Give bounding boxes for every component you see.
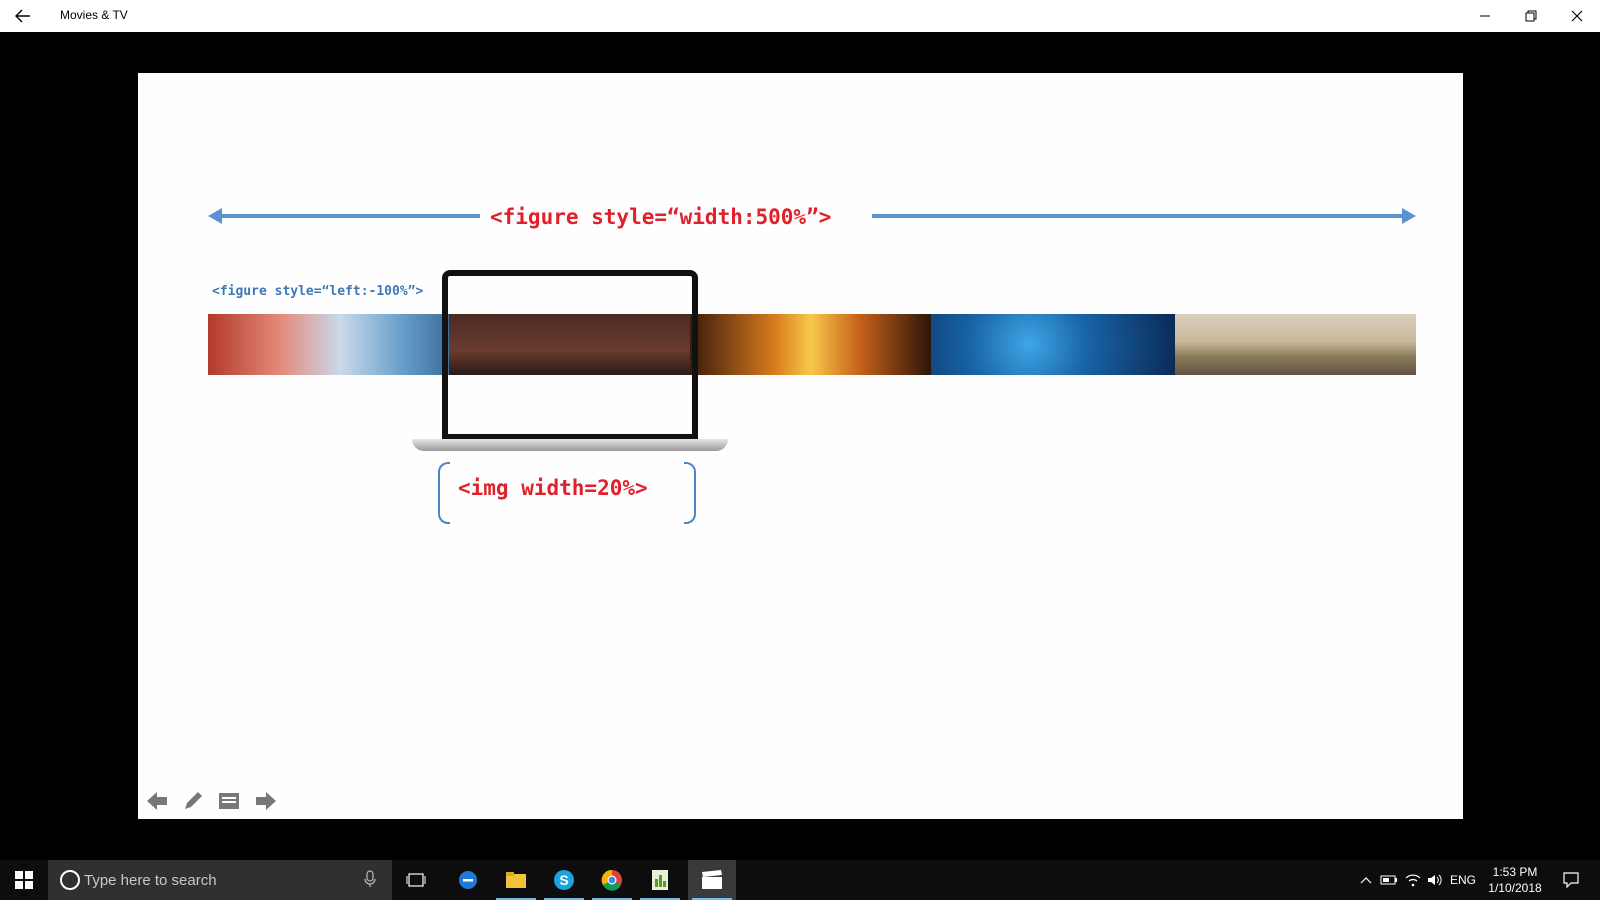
next-slide-button[interactable] [253, 788, 279, 814]
spreadsheet-icon [652, 870, 668, 890]
notes-button[interactable] [216, 788, 242, 814]
search-box[interactable]: Type here to search [48, 860, 392, 900]
notification-icon [1563, 872, 1579, 888]
language-indicator[interactable]: ENG [1448, 860, 1478, 900]
clapperboard-icon [702, 870, 722, 889]
arrow-left-icon [147, 792, 167, 810]
skype-app[interactable]: S [540, 860, 588, 900]
wifi-icon [1405, 874, 1421, 887]
width-arrow [208, 208, 1416, 224]
pen-button[interactable] [180, 788, 206, 814]
slider-image-network [208, 314, 449, 375]
clock-date: 1/10/2018 [1488, 881, 1542, 895]
battery-icon [1380, 875, 1397, 885]
pencil-icon [185, 792, 202, 809]
task-view-button[interactable] [392, 860, 440, 900]
right-bracket [684, 462, 696, 524]
file-explorer-app[interactable] [492, 860, 540, 900]
speaker-icon [1428, 874, 1442, 886]
left-bracket [438, 462, 450, 524]
arrow-right-icon [256, 792, 276, 810]
movies-tv-app[interactable] [688, 860, 736, 900]
img-width-label: <img width=20%> [458, 476, 648, 500]
figure-left-label: <figure style=“left:-100%”> [212, 284, 424, 299]
skype-icon: S [554, 870, 574, 890]
figure-width-label: <figure style=“width:500%”> [490, 205, 832, 229]
clock-time: 1:53 PM [1492, 865, 1538, 879]
battery-button[interactable] [1378, 860, 1400, 900]
clock[interactable]: 1:53 PM 1/10/2018 [1480, 864, 1550, 896]
slider-image-concert [690, 314, 931, 375]
start-button[interactable] [0, 860, 48, 900]
show-hidden-icons-button[interactable] [1356, 860, 1376, 900]
volume-button[interactable] [1424, 860, 1446, 900]
chevron-up-icon [1360, 877, 1372, 884]
task-view-icon [406, 873, 426, 887]
gnumeric-app[interactable] [636, 860, 684, 900]
taskbar: Type here to search S ENG 1:53 PM 1/10/2… [0, 860, 1600, 900]
folder-icon [506, 872, 526, 888]
chrome-icon [601, 869, 622, 891]
windows-logo-icon [15, 871, 33, 889]
chrome-app[interactable] [588, 860, 636, 900]
action-center-button[interactable] [1556, 860, 1586, 900]
slider-image-technology [931, 314, 1175, 375]
search-placeholder: Type here to search [84, 872, 217, 889]
svg-text:S: S [559, 872, 568, 888]
notes-icon [219, 793, 239, 809]
cortana-icon [60, 870, 80, 890]
laptop-frame [442, 270, 698, 440]
edge-icon [459, 871, 477, 889]
previous-slide-button[interactable] [144, 788, 170, 814]
microphone-icon[interactable] [364, 870, 376, 888]
edge-app[interactable] [444, 860, 492, 900]
laptop-base [412, 439, 728, 451]
slider-image-road [1175, 314, 1416, 375]
network-button[interactable] [1402, 860, 1424, 900]
